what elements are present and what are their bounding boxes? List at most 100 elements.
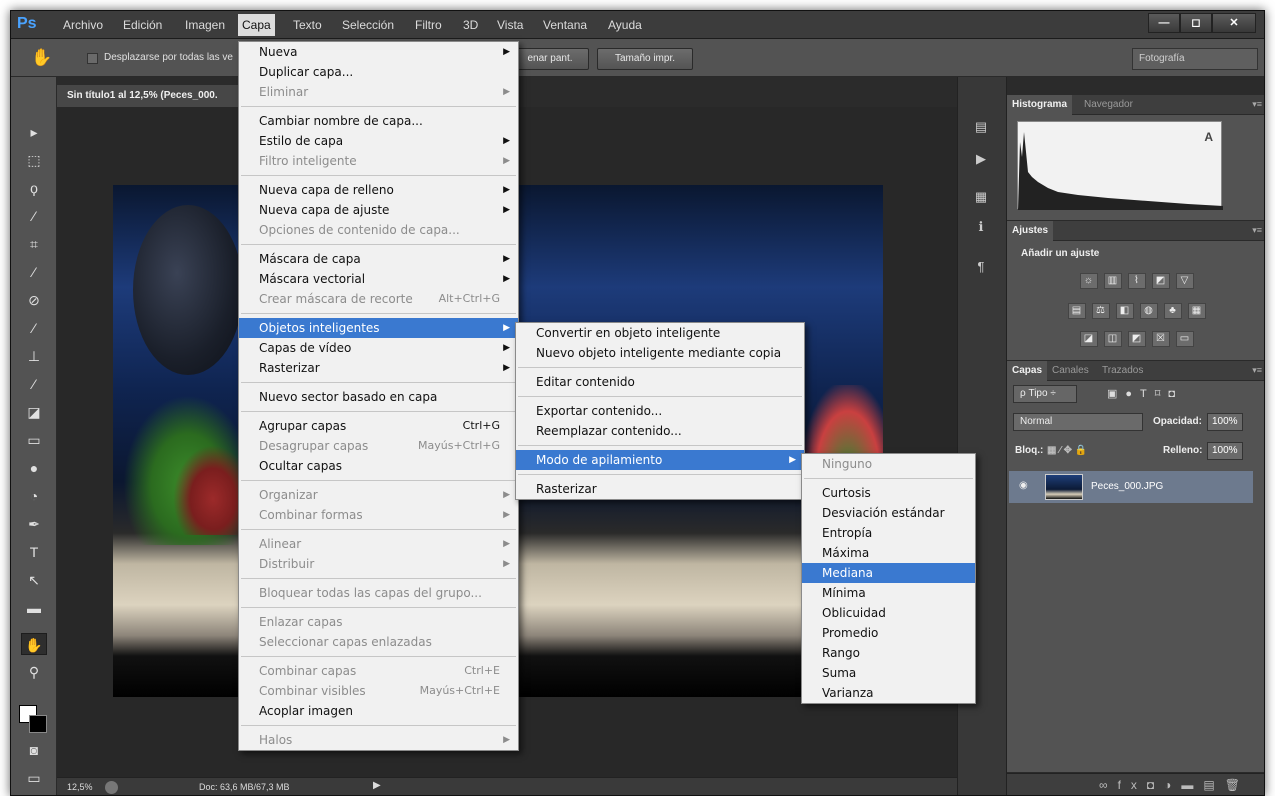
- brush-tool-icon[interactable]: ⁄: [21, 317, 47, 339]
- crop-tool-icon[interactable]: ⌗: [21, 233, 47, 255]
- gradient-map-icon[interactable]: ▭: [1175, 331, 1194, 347]
- posterize-icon[interactable]: ◫: [1103, 331, 1122, 347]
- menu-item-rango[interactable]: Rango: [802, 643, 975, 663]
- maximize-button[interactable]: ◻: [1180, 13, 1212, 33]
- menu-texto[interactable]: Texto: [289, 18, 326, 32]
- panel-menu-icon[interactable]: ▾≡: [1252, 365, 1262, 376]
- layer-name[interactable]: Peces_000.JPG: [1091, 481, 1163, 492]
- screen-mode-icon[interactable]: ▭: [21, 767, 47, 789]
- quick-selection-tool-icon[interactable]: ⁄: [21, 205, 47, 227]
- menu-item-mediana[interactable]: Mediana: [802, 563, 975, 583]
- dodge-tool-icon[interactable]: ◔: [21, 485, 47, 507]
- menu-item-modo-de-apilamiento[interactable]: Modo de apilamiento ▶: [516, 450, 804, 470]
- status-arrow-icon[interactable]: ▶: [373, 780, 381, 791]
- selective-color-icon[interactable]: ☒: [1151, 331, 1170, 347]
- history-brush-tool-icon[interactable]: ⁄: [21, 373, 47, 395]
- tab-canales[interactable]: Canales: [1047, 361, 1094, 381]
- panel-menu-icon[interactable]: ▾≡: [1252, 99, 1262, 110]
- cache-warning-icon[interactable]: A: [1204, 130, 1213, 144]
- menu-ventana[interactable]: Ventana: [539, 18, 591, 32]
- menu-item-varianza[interactable]: Varianza: [802, 683, 975, 703]
- print-size-button[interactable]: Tamaño impr.: [597, 48, 693, 70]
- menu-item-capas-de-video[interactable]: Capas de vídeo ▶: [239, 338, 518, 358]
- black-white-icon[interactable]: ◧: [1115, 303, 1134, 319]
- close-button[interactable]: ✕: [1212, 13, 1256, 33]
- info-panel-icon[interactable]: ℹ: [970, 217, 992, 237]
- menu-item-ocultar-capas[interactable]: Ocultar capas: [239, 456, 518, 476]
- fill-screen-button[interactable]: enar pant.: [511, 48, 589, 70]
- history-panel-icon[interactable]: ▤: [970, 117, 992, 137]
- menu-item-editar-contenido[interactable]: Editar contenido: [516, 372, 804, 392]
- tab-ajustes[interactable]: Ajustes: [1007, 221, 1054, 241]
- color-balance-icon[interactable]: ⚖: [1091, 303, 1110, 319]
- menu-item-mascara-vectorial[interactable]: Máscara vectorial ▶: [239, 269, 518, 289]
- menu-item-mascara-de-capa[interactable]: Máscara de capa ▶: [239, 249, 518, 269]
- gradient-tool-icon[interactable]: ▭: [21, 429, 47, 451]
- exposure-icon[interactable]: ◩: [1151, 273, 1170, 289]
- zoom-tool-icon[interactable]: ⚲: [21, 661, 47, 683]
- move-tool-icon[interactable]: ▸: [21, 121, 47, 143]
- menu-edicion[interactable]: Edición: [119, 18, 166, 32]
- zoom-level[interactable]: 12,5%: [67, 782, 93, 792]
- menu-item-minima[interactable]: Mínima: [802, 583, 975, 603]
- hue-saturation-icon[interactable]: ▤: [1067, 303, 1086, 319]
- hand-tool-icon[interactable]: ✋: [21, 633, 47, 655]
- shape-tool-icon[interactable]: ▬: [21, 597, 47, 619]
- lasso-tool-icon[interactable]: ϙ: [21, 177, 47, 199]
- path-selection-tool-icon[interactable]: ↖: [21, 569, 47, 591]
- background-color-swatch[interactable]: [29, 715, 47, 733]
- layer-row[interactable]: ◉ Peces_000.JPG: [1009, 471, 1253, 503]
- menu-3d[interactable]: 3D: [459, 18, 482, 32]
- pen-tool-icon[interactable]: ✒: [21, 513, 47, 535]
- scroll-all-checkbox[interactable]: [87, 53, 98, 64]
- menu-item-convertir-en-objeto-inteligente[interactable]: Convertir en objeto inteligente: [516, 323, 804, 343]
- menu-item-promedio[interactable]: Promedio: [802, 623, 975, 643]
- panel-menu-icon[interactable]: ▾≡: [1252, 225, 1262, 236]
- threshold-icon[interactable]: ◩: [1127, 331, 1146, 347]
- stamp-tool-icon[interactable]: ⊥: [21, 345, 47, 367]
- menu-item-reemplazar-contenido[interactable]: Reemplazar contenido...: [516, 421, 804, 441]
- brightness-icon[interactable]: ☼: [1079, 273, 1098, 289]
- tab-capas[interactable]: Capas: [1007, 361, 1048, 381]
- menu-item-nuevo-objeto-inteligente-mediante-copia[interactable]: Nuevo objeto inteligente mediante copia: [516, 343, 804, 363]
- menu-item-curtosis[interactable]: Curtosis: [802, 483, 975, 503]
- levels-icon[interactable]: ▥: [1103, 273, 1122, 289]
- menu-item-rasterizar[interactable]: Rasterizar ▶: [239, 358, 518, 378]
- lock-icons[interactable]: ▦ ⁄ ✥ 🔒: [1047, 445, 1087, 456]
- menu-item-nueva-capa-de-ajuste[interactable]: Nueva capa de ajuste ▶: [239, 200, 518, 220]
- vibrance-icon[interactable]: ▽: [1175, 273, 1194, 289]
- eraser-tool-icon[interactable]: ◪: [21, 401, 47, 423]
- menu-item-nueva-capa-de-relleno[interactable]: Nueva capa de relleno ▶: [239, 180, 518, 200]
- color-lookup-icon[interactable]: ▦: [1187, 303, 1206, 319]
- curves-icon[interactable]: ⌇: [1127, 273, 1146, 289]
- channel-mixer-icon[interactable]: ♣: [1163, 303, 1182, 319]
- layer-filter-select[interactable]: ρ Tipo ÷: [1013, 385, 1077, 403]
- layers-footer-icons[interactable]: ∞fx◘◑▬▤🗑: [1007, 773, 1264, 795]
- hand-tool-icon[interactable]: ✋: [31, 48, 52, 68]
- healing-tool-icon[interactable]: ⊘: [21, 289, 47, 311]
- invert-icon[interactable]: ◪: [1079, 331, 1098, 347]
- menu-capa[interactable]: Capa: [238, 14, 275, 36]
- tab-trazados[interactable]: Trazados: [1097, 361, 1148, 381]
- menu-imagen[interactable]: Imagen: [181, 18, 229, 32]
- properties-panel-icon[interactable]: ▦: [970, 187, 992, 207]
- menu-ayuda[interactable]: Ayuda: [604, 18, 646, 32]
- menu-item-estilo-de-capa[interactable]: Estilo de capa ▶: [239, 131, 518, 151]
- menu-item-suma[interactable]: Suma: [802, 663, 975, 683]
- menu-item-exportar-contenido[interactable]: Exportar contenido...: [516, 401, 804, 421]
- eyedropper-tool-icon[interactable]: ⁄: [21, 261, 47, 283]
- menu-item-objetos-inteligentes[interactable]: Objetos inteligentes ▶: [239, 318, 518, 338]
- fill-field[interactable]: 100%: [1207, 442, 1243, 460]
- menu-seleccion[interactable]: Selección: [338, 18, 398, 32]
- menu-item-entropia[interactable]: Entropía: [802, 523, 975, 543]
- menu-item-agrupar-capas[interactable]: Agrupar capas Ctrl+G: [239, 416, 518, 436]
- marquee-tool-icon[interactable]: ⬚: [21, 149, 47, 171]
- menu-item-oblicuidad[interactable]: Oblicuidad: [802, 603, 975, 623]
- tab-navegador[interactable]: Navegador: [1079, 95, 1138, 115]
- blur-tool-icon[interactable]: ●: [21, 457, 47, 479]
- quick-mask-icon[interactable]: ◙: [21, 739, 47, 761]
- menu-vista[interactable]: Vista: [493, 18, 527, 32]
- layer-filter-icons[interactable]: ▣●T⌑◘: [1107, 387, 1183, 400]
- menu-archivo[interactable]: Archivo: [59, 18, 107, 32]
- actions-panel-icon[interactable]: ▶: [970, 149, 992, 169]
